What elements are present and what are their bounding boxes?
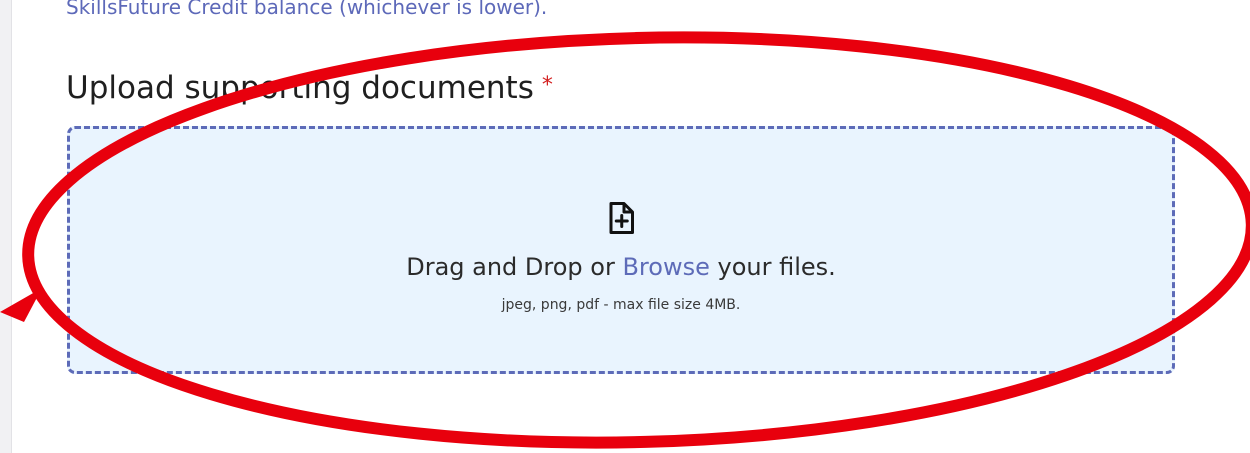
- file-plus-icon: [609, 202, 634, 234]
- file-format-hint: jpeg, png, pdf - max file size 4MB.: [501, 297, 741, 313]
- credit-balance-note: SkillsFuture Credit balance (whichever i…: [66, 0, 548, 19]
- dropzone-prompt: Drag and Drop or Browse your files.: [70, 251, 1172, 283]
- browse-files-link[interactable]: Browse: [622, 253, 709, 281]
- upload-section-heading: Upload supporting documents *: [66, 64, 553, 110]
- dropzone-prompt-start: Drag and Drop or: [406, 253, 623, 281]
- left-panel-edge: [0, 0, 12, 453]
- file-dropzone[interactable]: Drag and Drop or Browse your files. jpeg…: [67, 126, 1175, 374]
- upload-heading-text: Upload supporting documents: [66, 70, 534, 106]
- required-asterisk: *: [541, 73, 553, 98]
- dropzone-prompt-end: your files.: [709, 253, 836, 281]
